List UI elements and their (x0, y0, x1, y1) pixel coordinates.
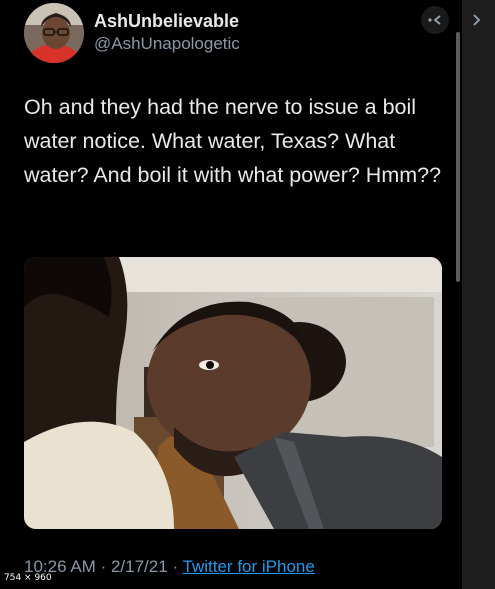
user-handle[interactable]: @AshUnapologetic (94, 34, 240, 54)
scrollbar-thumb[interactable] (456, 32, 460, 282)
avatar-image (24, 3, 84, 63)
tweet-source-link[interactable]: Twitter for iPhone (183, 557, 315, 576)
chevron-right-icon (473, 14, 481, 26)
tweet-media[interactable] (24, 257, 442, 529)
avatar[interactable] (24, 3, 84, 63)
meta-separator: · (172, 557, 179, 576)
tweet-photo (24, 257, 442, 529)
tweet: AshUnbelievable @AshUnapologetic Oh and … (0, 0, 462, 589)
image-dimensions-badge: 754 × 960 (0, 572, 56, 584)
side-panel (462, 0, 495, 589)
tweet-meta: 10:26 AM · 2/17/21 · Twitter for iPhone (24, 557, 315, 577)
more-button[interactable] (421, 6, 449, 34)
more-icon (428, 15, 441, 25)
meta-separator: · (100, 557, 107, 576)
display-name[interactable]: AshUnbelievable (94, 11, 239, 32)
tweet-date[interactable]: 2/17/21 (111, 557, 168, 576)
next-button[interactable] (465, 6, 489, 34)
tweet-text: Oh and they had the nerve to issue a boi… (24, 95, 442, 187)
